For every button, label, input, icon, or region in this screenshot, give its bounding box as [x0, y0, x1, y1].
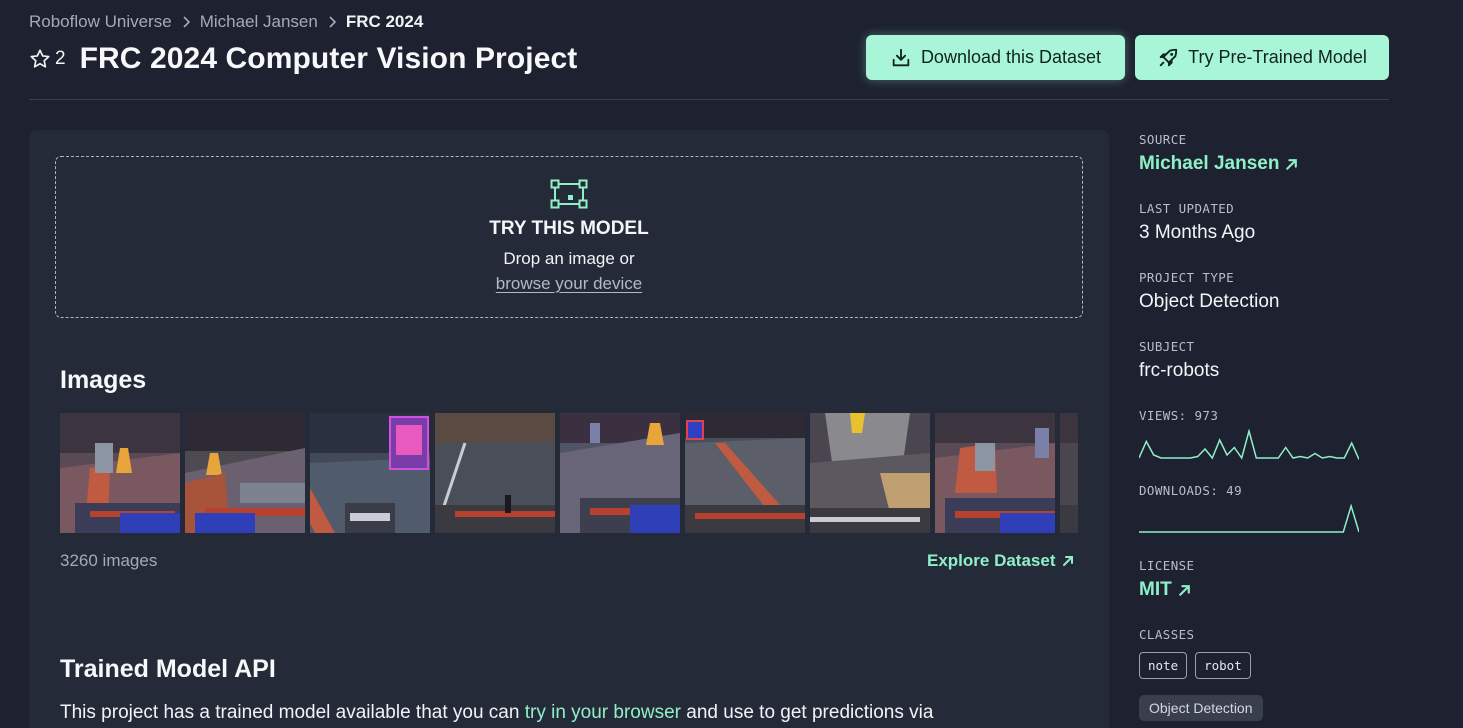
source-value: Michael Jansen: [1139, 153, 1280, 174]
project-type-block: PROJECT TYPE Object Detection: [1139, 270, 1389, 339]
try-pretrained-model-label: Try Pre-Trained Model: [1188, 47, 1367, 67]
sparkline-path: [1139, 429, 1359, 460]
classes-block: CLASSES note robot: [1139, 627, 1389, 695]
sparkline-path: [1139, 504, 1359, 533]
project-type-value: Object Detection: [1139, 291, 1280, 312]
project-metadata-sidebar: SOURCE Michael Jansen LAST UPDATED 3 Mon…: [1139, 132, 1389, 721]
image-count: 3260 images: [60, 551, 158, 570]
breadcrumb-roboflow-universe[interactable]: Roboflow Universe: [29, 12, 172, 32]
images-section-title: Images: [60, 366, 147, 394]
downloads-sparkline: [1139, 504, 1359, 533]
api-text-after: and use to get predictions via: [681, 702, 934, 723]
breadcrumb: Roboflow Universe Michael Jansen FRC 202…: [29, 12, 423, 32]
image-thumbnail[interactable]: [560, 413, 680, 533]
class-chips: note robot: [1139, 652, 1389, 679]
source-label: SOURCE: [1139, 132, 1187, 147]
download-dataset-button[interactable]: Download this Dataset: [866, 35, 1125, 80]
chevron-right-icon: [328, 16, 336, 28]
image-thumbnail[interactable]: [60, 413, 180, 533]
image-thumbnails: [60, 413, 1078, 533]
image-thumbnail[interactable]: [185, 413, 305, 533]
trained-model-api-description: This project has a trained model availab…: [60, 702, 933, 724]
rocket-icon: [1159, 48, 1178, 66]
subject-block: SUBJECT frc-robots: [1139, 339, 1389, 408]
downloads-block: DOWNLOADS: 49: [1139, 483, 1389, 558]
image-thumbnail[interactable]: [310, 413, 430, 533]
browse-device-link[interactable]: browse your device: [496, 274, 642, 294]
subject-label: SUBJECT: [1139, 339, 1195, 354]
license-label: LICENSE: [1139, 558, 1195, 573]
bounding-box-icon: [550, 179, 588, 209]
arrow-up-right-icon: [1062, 556, 1073, 566]
breadcrumb-current: FRC 2024: [345, 12, 424, 31]
try-in-browser-link[interactable]: try in your browser: [525, 702, 681, 723]
header-divider: [29, 99, 1389, 100]
star-button[interactable]: 2: [29, 48, 66, 70]
classes-label: CLASSES: [1139, 627, 1195, 642]
views-sparkline: [1139, 429, 1359, 460]
image-thumbnail[interactable]: [685, 413, 805, 533]
page-title: FRC 2024 Computer Vision Project: [79, 42, 578, 75]
arrow-up-right-icon: [1178, 584, 1190, 596]
star-icon: [30, 49, 50, 68]
source-block: SOURCE Michael Jansen: [1139, 132, 1389, 201]
project-type-tag[interactable]: Object Detection: [1139, 695, 1263, 721]
image-dropzone[interactable]: TRY THIS MODEL Drop an image or browse y…: [55, 156, 1083, 318]
chevron-right-icon: [182, 16, 190, 28]
views-block: VIEWS: 973: [1139, 408, 1389, 483]
try-model-title: TRY THIS MODEL: [489, 218, 649, 239]
last-updated-value: 3 Months Ago: [1139, 222, 1256, 243]
image-thumbnail[interactable]: [810, 413, 930, 533]
arrow-up-right-icon: [1286, 158, 1298, 170]
image-thumbnail[interactable]: [1060, 413, 1078, 533]
explore-dataset-link[interactable]: Explore Dataset: [927, 551, 1075, 571]
explore-dataset-label: Explore Dataset: [927, 551, 1056, 570]
last-updated-label: LAST UPDATED: [1139, 201, 1235, 216]
image-thumbnail[interactable]: [935, 413, 1055, 533]
download-dataset-label: Download this Dataset: [920, 47, 1102, 67]
license-value: MIT: [1139, 579, 1172, 600]
title-row: 2 FRC 2024 Computer Vision Project: [29, 42, 577, 76]
downloads-label: DOWNLOADS: 49: [1139, 483, 1243, 498]
image-thumbnail[interactable]: [435, 413, 555, 533]
main-card: TRY THIS MODEL Drop an image or browse y…: [29, 130, 1109, 728]
trained-model-api-title: Trained Model API: [60, 655, 276, 683]
breadcrumb-michael-jansen[interactable]: Michael Jansen: [200, 12, 318, 32]
try-model-text: Drop an image or: [503, 249, 635, 268]
try-pretrained-model-button[interactable]: Try Pre-Trained Model: [1135, 35, 1389, 80]
subject-value: frc-robots: [1139, 360, 1220, 381]
class-chip-robot[interactable]: robot: [1195, 652, 1251, 679]
download-icon: [892, 48, 910, 66]
last-updated-block: LAST UPDATED 3 Months Ago: [1139, 201, 1389, 270]
class-chip-note[interactable]: note: [1139, 652, 1188, 679]
license-block: LICENSE MIT: [1139, 558, 1389, 627]
api-text-before: This project has a trained model availab…: [60, 702, 525, 723]
license-link[interactable]: MIT: [1139, 579, 1192, 601]
views-label: VIEWS: 973: [1139, 408, 1219, 423]
source-link[interactable]: Michael Jansen: [1139, 153, 1299, 175]
project-type-label: PROJECT TYPE: [1139, 270, 1235, 285]
star-count: 2: [55, 48, 66, 69]
